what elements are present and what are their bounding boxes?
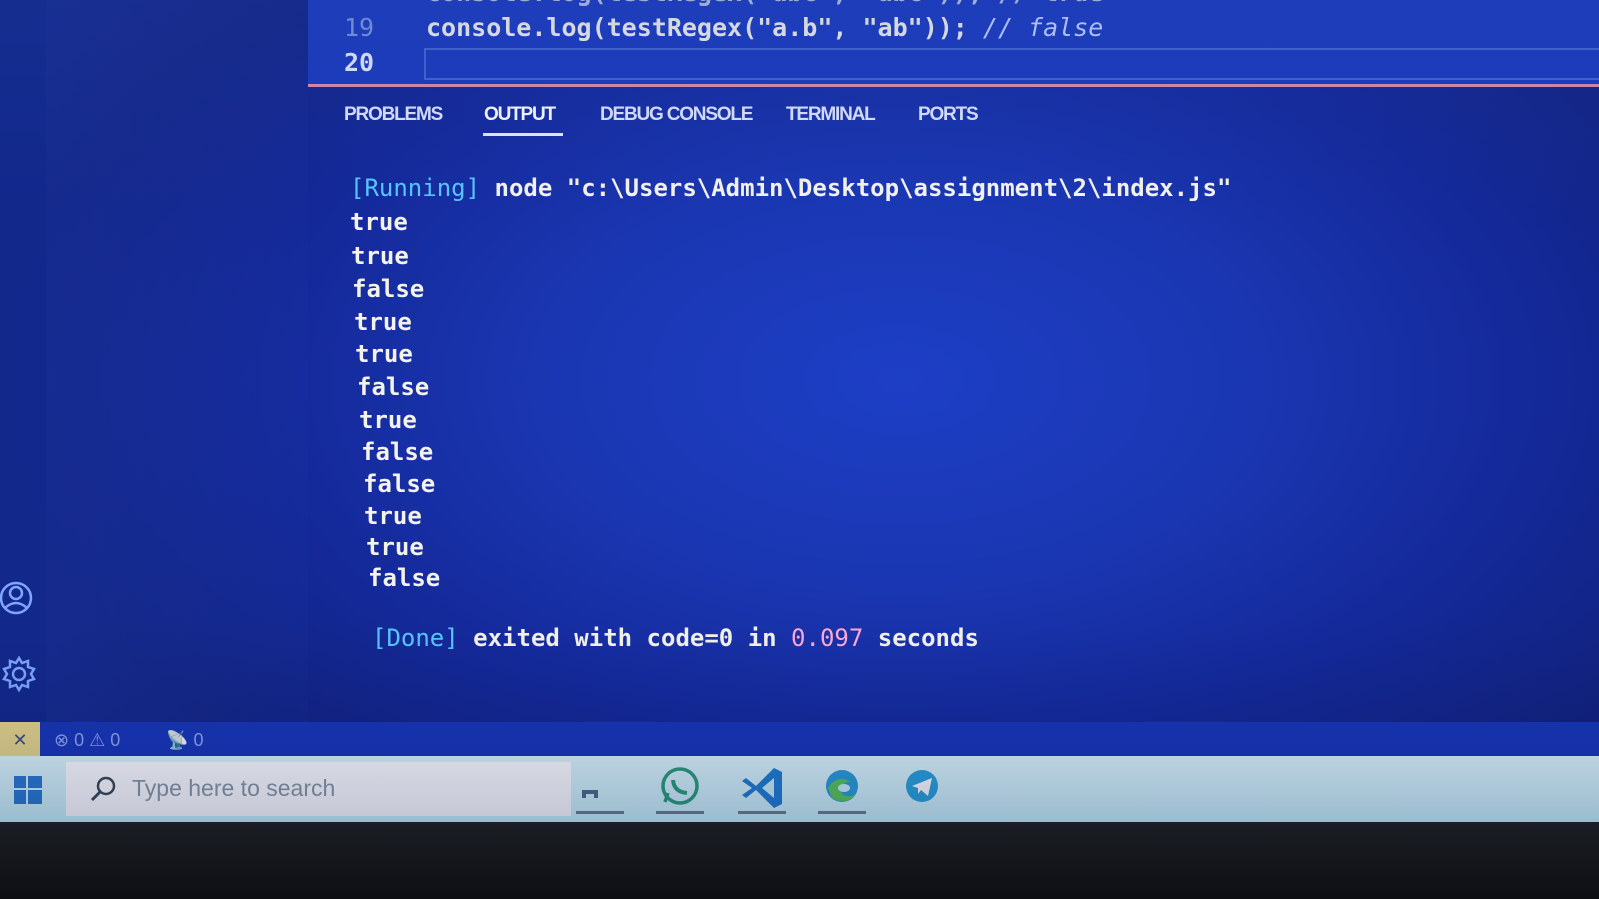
taskbar-search[interactable]: Type here to search xyxy=(66,762,571,816)
windows-taskbar: Type here to search xyxy=(0,756,1599,822)
code-comment: // false xyxy=(982,13,1104,42)
sidebar-area xyxy=(46,0,308,730)
running-tag: [Running] xyxy=(350,174,481,202)
output-result: true xyxy=(364,502,422,530)
whatsapp-icon[interactable] xyxy=(652,760,708,816)
error-icon: ⊗ xyxy=(54,730,70,750)
account-icon[interactable] xyxy=(0,578,40,618)
code-text: console.log(testRegex("a.b", "ab")); // … xyxy=(426,13,1104,42)
monitor-bezel xyxy=(0,822,1599,899)
warning-icon: ⚠ xyxy=(89,730,106,750)
search-placeholder: Type here to search xyxy=(132,775,336,801)
status-bar: ✕ ⊗ 0 ⚠ 0 📡 0 xyxy=(0,722,1599,758)
telegram-icon[interactable] xyxy=(894,760,950,816)
ports-status[interactable]: 📡 0 xyxy=(166,730,203,751)
code-editor[interactable]: console.log(testRegex("abc", "abc")); //… xyxy=(308,0,1599,86)
problems-status[interactable]: ⊗ 0 ⚠ 0 xyxy=(54,730,120,751)
broadcast-icon: 📡 xyxy=(166,730,189,750)
output-result: true xyxy=(359,406,417,434)
output-result: true xyxy=(351,242,409,270)
edge-browser-icon[interactable] xyxy=(814,760,870,816)
warning-count: 0 xyxy=(110,730,121,750)
partial-code-line: console.log(testRegex("abc", "abc")); //… xyxy=(426,0,1103,10)
elapsed-time: 0.097 xyxy=(791,624,864,652)
tab-problems[interactable]: PROBLEMS xyxy=(344,104,443,126)
active-tab-indicator xyxy=(483,133,563,136)
output-result: true xyxy=(354,308,412,336)
line-number: 20 xyxy=(344,48,375,77)
line-number: 19 xyxy=(344,13,375,42)
output-result: true xyxy=(350,208,408,236)
output-result: false xyxy=(352,275,425,303)
output-result: true xyxy=(366,533,424,561)
done-line: [Done] exited with code=0 in 0.097 secon… xyxy=(372,624,979,652)
windows-start-icon[interactable] xyxy=(14,776,42,804)
ports-count: 0 xyxy=(193,730,204,750)
remote-indicator-icon[interactable]: ✕ xyxy=(0,722,40,758)
error-count: 0 xyxy=(74,730,85,750)
output-result: false xyxy=(357,373,430,401)
gear-icon[interactable] xyxy=(0,654,40,694)
running-line: [Running] node "c:\Users\Admin\Desktop\a… xyxy=(350,172,1231,204)
file-explorer-icon[interactable] xyxy=(572,760,628,816)
tab-ports[interactable]: PORTS xyxy=(918,104,979,126)
tab-terminal[interactable]: TERMINAL xyxy=(786,104,876,126)
running-command: node "c:\Users\Admin\Desktop\assignment\… xyxy=(480,174,1232,202)
current-line-highlight xyxy=(424,48,1599,80)
done-tag: [Done] xyxy=(372,624,459,652)
code-line-19[interactable]: 19 console.log(testRegex("a.b", "ab")); … xyxy=(308,11,1599,45)
tab-output[interactable]: OUTPUT xyxy=(484,104,556,126)
output-result: false xyxy=(363,470,436,498)
output-result: false xyxy=(368,564,441,592)
output-result: false xyxy=(361,438,434,466)
panel-border xyxy=(308,84,1599,87)
search-icon xyxy=(90,776,116,802)
monitor-screen: console.log(testRegex("abc", "abc")); //… xyxy=(0,0,1599,830)
tab-debug-console[interactable]: DEBUG CONSOLE xyxy=(600,104,753,126)
output-result: true xyxy=(355,340,413,368)
vscode-icon[interactable] xyxy=(734,760,790,816)
activity-bar xyxy=(0,0,46,730)
